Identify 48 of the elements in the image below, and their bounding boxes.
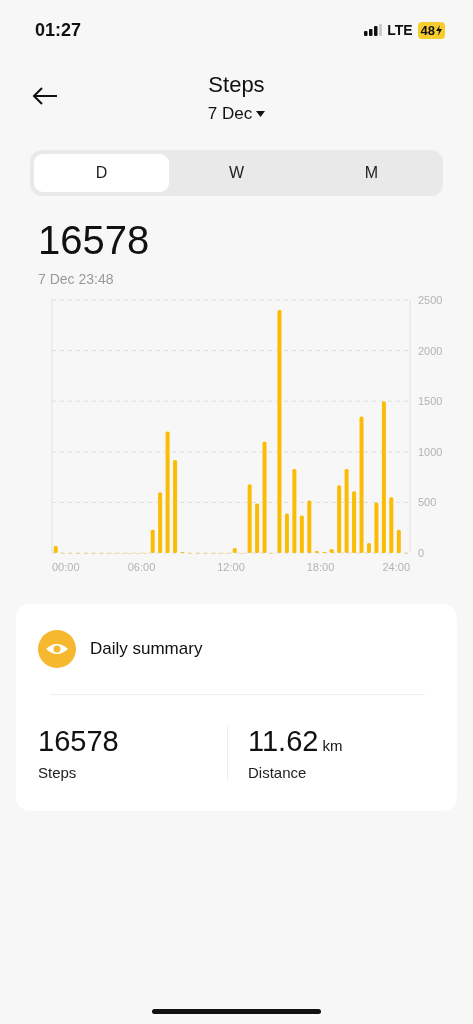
battery-level: 48 — [417, 21, 445, 39]
chart-bar — [299, 515, 304, 553]
period-tab[interactable]: M — [304, 154, 439, 192]
axis-label: 24:00 — [382, 561, 410, 573]
stat-label: Steps — [38, 764, 78, 781]
stat-value: 11.62 — [248, 725, 319, 758]
axis-label: 1500 — [418, 395, 443, 408]
axis-label: 0 — [418, 547, 425, 559]
axis-label: 1000 — [418, 445, 443, 458]
chart-bar — [374, 502, 379, 553]
network-label: LTE — [387, 22, 413, 38]
back-arrow-icon[interactable] — [32, 86, 58, 106]
step-total: 16578 — [38, 218, 151, 263]
page-title: Steps — [208, 72, 265, 98]
chart-bar — [329, 548, 334, 553]
axis-label: 06:00 — [127, 561, 156, 573]
chart-bar — [158, 492, 163, 553]
chart-bar — [284, 513, 289, 553]
card-title: Daily summary — [90, 639, 203, 659]
stat-unit: km — [322, 737, 343, 754]
chart-bar — [255, 503, 260, 553]
chart-bar — [247, 484, 252, 553]
axis-label: 00:00 — [52, 561, 80, 573]
chart-bar — [232, 547, 237, 553]
chart-bar — [337, 485, 342, 553]
axis-label: 12:00 — [217, 561, 245, 573]
eye-icon — [38, 630, 76, 668]
axis-label: 2000 — [418, 344, 443, 357]
chart-bar — [389, 497, 394, 553]
stat-label: Distance — [248, 764, 308, 781]
chart-bar — [367, 542, 371, 553]
chart-bar — [307, 500, 312, 553]
chart-bar — [396, 529, 401, 553]
bolt-icon — [436, 24, 442, 36]
axis-label: 2500 — [418, 294, 443, 306]
stat-value: 16578 — [38, 725, 119, 758]
chart-bar — [53, 545, 58, 553]
timestamp: 7 Dec 23:48 — [38, 271, 115, 287]
caret-icon — [256, 111, 266, 117]
status-time: 01:27 — [35, 19, 82, 41]
date-picker[interactable]: 7 Dec — [207, 104, 266, 124]
period-tab[interactable]: D — [34, 154, 169, 192]
signal-icon — [364, 24, 383, 36]
axis-label: 18:00 — [306, 561, 335, 573]
axis-label: 500 — [418, 496, 437, 509]
period-tab[interactable]: W — [169, 154, 304, 192]
chart-bar — [352, 491, 357, 553]
chart-bar — [150, 529, 155, 553]
